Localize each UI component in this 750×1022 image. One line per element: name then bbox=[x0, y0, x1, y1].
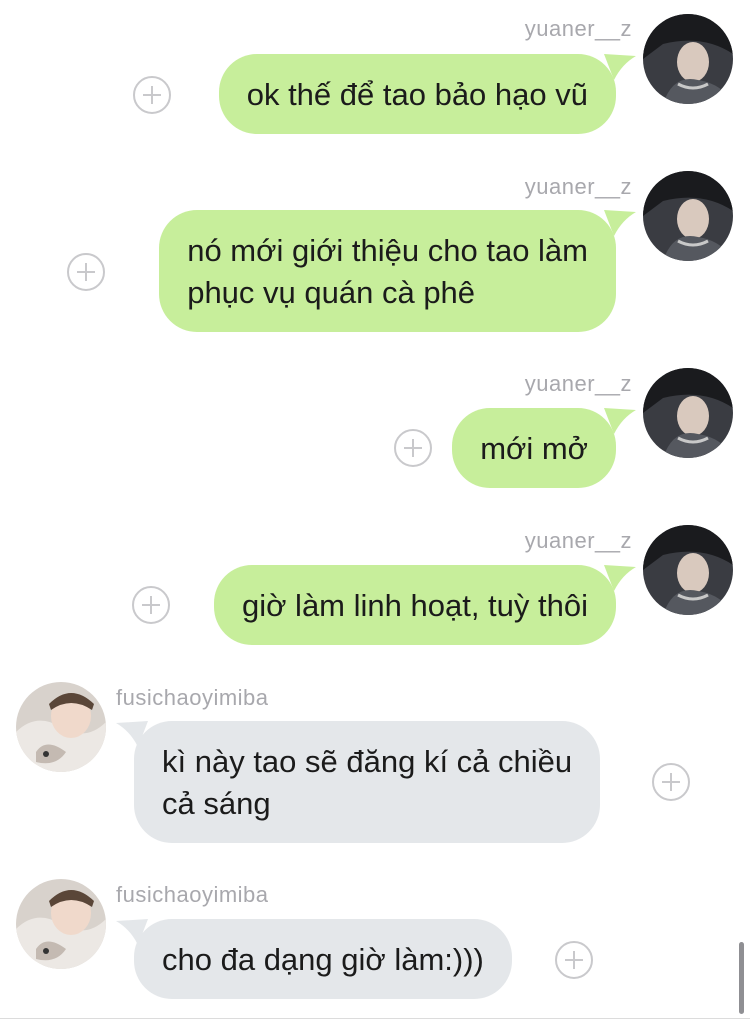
add-reaction-icon[interactable] bbox=[132, 586, 170, 624]
message-bubble-outgoing[interactable]: giờ làm linh hoạt, tuỳ thôi bbox=[213, 565, 616, 645]
add-reaction-icon[interactable] bbox=[67, 253, 105, 291]
divider bbox=[0, 1018, 750, 1019]
message-line: cả sáng bbox=[162, 786, 271, 821]
sender-avatar[interactable] bbox=[16, 879, 106, 969]
message-bubble-outgoing[interactable]: mới mở bbox=[452, 408, 616, 488]
bubble-tail bbox=[116, 919, 148, 945]
bubble-tail bbox=[604, 408, 636, 434]
add-reaction-icon[interactable] bbox=[394, 429, 432, 467]
message-line: nó mới giới thiệu cho tao làm bbox=[187, 233, 588, 268]
message-bubble-incoming[interactable]: cho đa dạng giờ làm:))) bbox=[134, 919, 512, 999]
sender-name: fusichaoyimiba bbox=[116, 685, 269, 710]
scrollbar[interactable] bbox=[739, 942, 744, 1014]
chat-thread: yuaner__z ok thế để tao bảo hạo vũ yuane… bbox=[0, 0, 750, 1022]
message-bubble-outgoing[interactable]: nó mới giới thiệu cho tao làm phục vụ qu… bbox=[159, 210, 616, 332]
bubble-tail bbox=[604, 565, 636, 591]
add-reaction-icon[interactable] bbox=[133, 76, 171, 114]
message-bubble-outgoing[interactable]: ok thế để tao bảo hạo vũ bbox=[218, 54, 616, 134]
sender-name: yuaner__z bbox=[524, 174, 632, 199]
bubble-tail bbox=[604, 54, 636, 80]
add-reaction-icon[interactable] bbox=[555, 941, 593, 979]
sender-name: yuaner__z bbox=[524, 371, 632, 396]
sender-name: fusichaoyimiba bbox=[116, 882, 269, 907]
sender-avatar[interactable] bbox=[643, 368, 733, 458]
sender-avatar[interactable] bbox=[643, 171, 733, 261]
sender-name: yuaner__z bbox=[524, 528, 632, 553]
add-reaction-icon[interactable] bbox=[652, 763, 690, 801]
bubble-tail bbox=[604, 210, 636, 236]
message-line: kì này tao sẽ đăng kí cả chiều bbox=[162, 744, 573, 779]
sender-name: yuaner__z bbox=[524, 16, 632, 41]
bubble-tail bbox=[116, 721, 148, 747]
message-bubble-incoming[interactable]: kì này tao sẽ đăng kí cả chiều cả sáng bbox=[134, 721, 601, 843]
sender-avatar[interactable] bbox=[643, 14, 733, 104]
sender-avatar[interactable] bbox=[16, 682, 106, 772]
message-line: phục vụ quán cà phê bbox=[187, 275, 476, 310]
sender-avatar[interactable] bbox=[643, 525, 733, 615]
